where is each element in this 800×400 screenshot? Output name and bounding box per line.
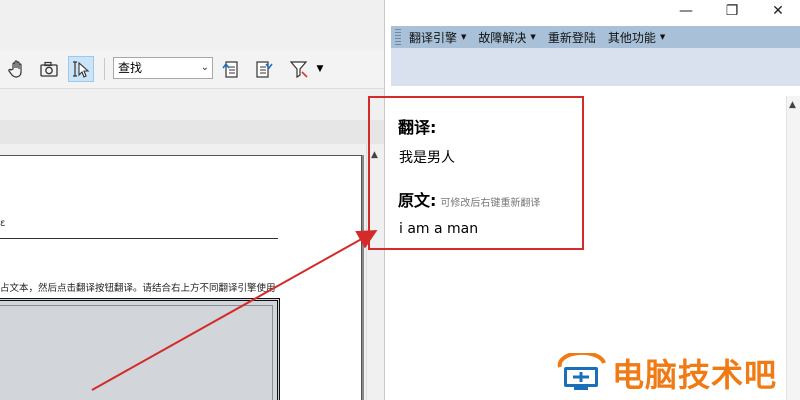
computer-logo-icon xyxy=(556,350,608,393)
watermark-text: 电脑技术吧 xyxy=(612,356,778,394)
restore-button[interactable]: ❐ xyxy=(709,0,755,22)
document-text-input-inner xyxy=(0,305,273,400)
minimize-button[interactable]: — xyxy=(663,0,709,22)
watermark: 电脑技术吧 xyxy=(556,350,778,394)
menu-other-functions[interactable]: 其他功能 ▼ xyxy=(602,29,671,46)
chevron-down-icon: ⌄ xyxy=(200,62,209,73)
snapshot-button[interactable] xyxy=(36,56,62,82)
menu-translation-engine[interactable]: 翻译引擎 ▼ xyxy=(403,29,472,46)
caret-down-icon: ▼ xyxy=(316,64,324,74)
search-select[interactable]: 查找 ⌄ xyxy=(113,57,213,79)
hand-tool-button[interactable] xyxy=(4,56,30,82)
translator-menu-bar: 翻译引擎 ▼ 故障解决 ▼ 重新登陆 其他功能 ▼ xyxy=(391,26,800,48)
menu-item-label: 其他功能 xyxy=(607,30,656,45)
scroll-up-icon[interactable]: ▲ xyxy=(789,100,796,110)
prev-result-button[interactable] xyxy=(218,56,244,82)
document-instruction-text: 占文本，然后点击翻译按钮翻译。请结合右上方不同翻译引擎使用 xyxy=(0,283,276,294)
menu-item-label: 故障解决 xyxy=(478,30,527,45)
menu-item-label: 翻译引擎 xyxy=(409,30,458,45)
highlight-box xyxy=(368,96,584,250)
caret-down-icon: ▼ xyxy=(461,33,467,41)
document-header-bar xyxy=(0,120,384,145)
filter-icon xyxy=(289,59,309,79)
menu-troubleshoot[interactable]: 故障解决 ▼ xyxy=(472,29,541,46)
menu-item-label: 重新登陆 xyxy=(547,30,596,45)
filter-button[interactable] xyxy=(286,56,312,82)
menu-grip-handle[interactable] xyxy=(395,29,401,45)
document-viewer-pane: ▼ 查找 ⌄ ε 占文本，然后点击翻译按钮翻译。请结合右上方不同翻译引擎使用 ▲ xyxy=(0,0,384,400)
translator-scrollbar[interactable]: ▲ xyxy=(786,96,800,400)
caret-down-icon: ▼ xyxy=(659,33,666,41)
text-cursor-arrow-icon xyxy=(71,59,91,79)
toolbar-divider xyxy=(104,58,105,80)
select-text-tool-button[interactable] xyxy=(68,56,94,82)
caret-down-icon: ▼ xyxy=(530,33,536,41)
document-underline xyxy=(0,238,278,239)
hand-icon xyxy=(7,59,27,79)
next-result-button[interactable] xyxy=(250,56,276,82)
translator-toolbar-band xyxy=(391,48,800,86)
document-text-fragment: ε xyxy=(0,218,6,229)
window-controls: — ❐ ✕ xyxy=(663,0,800,24)
filter-dropdown-button[interactable]: ▼ xyxy=(312,56,328,82)
document-down-icon xyxy=(253,59,273,79)
menu-relogin[interactable]: 重新登陆 xyxy=(542,29,602,46)
document-up-icon xyxy=(221,59,241,79)
search-select-value: 查找 xyxy=(118,61,143,75)
close-button[interactable]: ✕ xyxy=(755,0,800,22)
document-text-input-box[interactable] xyxy=(0,298,280,400)
camera-icon xyxy=(39,59,59,79)
